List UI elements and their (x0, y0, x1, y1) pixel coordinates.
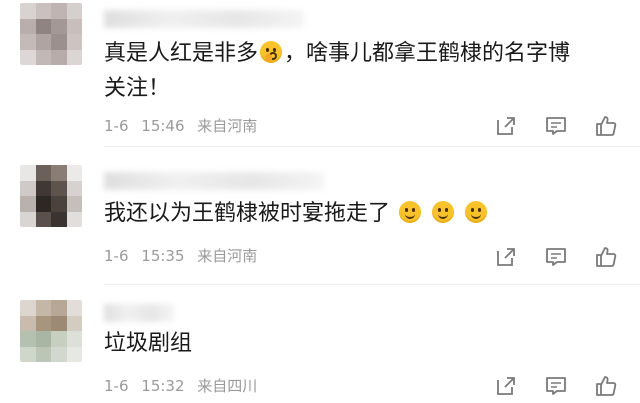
comment-time: 15:32 (141, 377, 185, 395)
comment-meta: 1-6 15:46 来自河南 (104, 116, 257, 136)
share-icon[interactable] (493, 244, 519, 270)
comment-divider (104, 146, 640, 147)
comment-actions (493, 244, 623, 270)
comment-date: 1-6 (104, 377, 129, 395)
like-icon[interactable] (593, 113, 619, 139)
comment-date: 1-6 (104, 247, 129, 265)
comment-icon[interactable] (543, 373, 569, 399)
comment-divider (104, 284, 640, 285)
comment-item: 垃圾剧组 1-6 15:32 来自四川 (0, 288, 640, 403)
comment-meta: 1-6 15:32 来自四川 (104, 376, 257, 396)
comment-item: 我还以为王鹤棣被时宴拖走了 1-6 15:35 来自河南 (0, 150, 640, 280)
comment-date: 1-6 (104, 117, 129, 135)
comment-text-part: 真是人红是非多 (104, 41, 259, 66)
comment-time: 15:46 (141, 117, 185, 135)
username-blurred[interactable] (104, 10, 304, 28)
avatar[interactable] (20, 3, 82, 65)
comment-time: 15:35 (141, 247, 185, 265)
shushing-face-emoji-icon (260, 41, 283, 63)
comment-location: 来自河南 (197, 117, 258, 135)
comment-text: 我还以为王鹤棣被时宴拖走了 (104, 196, 574, 231)
username-blurred[interactable] (104, 304, 174, 322)
smiling-face-emoji-icon (465, 201, 488, 223)
comment-icon[interactable] (543, 244, 569, 270)
share-icon[interactable] (493, 373, 519, 399)
comment-icon[interactable] (543, 113, 569, 139)
comment-text: 垃圾剧组 (104, 326, 574, 361)
comment-text-part: 我还以为王鹤棣被时宴拖走了 (104, 201, 391, 226)
comment-text-part: 垃圾剧组 (104, 331, 193, 356)
comment-actions (493, 373, 623, 399)
comment-actions (493, 113, 623, 139)
like-icon[interactable] (593, 244, 619, 270)
comment-meta: 1-6 15:35 来自河南 (104, 246, 257, 266)
avatar[interactable] (20, 165, 82, 227)
avatar[interactable] (20, 300, 82, 362)
comment-location: 来自河南 (197, 247, 258, 265)
like-icon[interactable] (593, 373, 619, 399)
comment-item: 真是人红是非多 ，啥事儿都拿王鹤棣的名字博关注！ 1-6 15:46 来自河南 (0, 0, 640, 140)
smiling-face-emoji-icon (432, 201, 455, 223)
share-icon[interactable] (493, 113, 519, 139)
username-blurred[interactable] (104, 172, 324, 190)
comment-location: 来自四川 (197, 377, 258, 395)
comment-text: 真是人红是非多 ，啥事儿都拿王鹤棣的名字博关注！ (104, 36, 574, 106)
smiling-face-emoji-icon (399, 201, 422, 223)
